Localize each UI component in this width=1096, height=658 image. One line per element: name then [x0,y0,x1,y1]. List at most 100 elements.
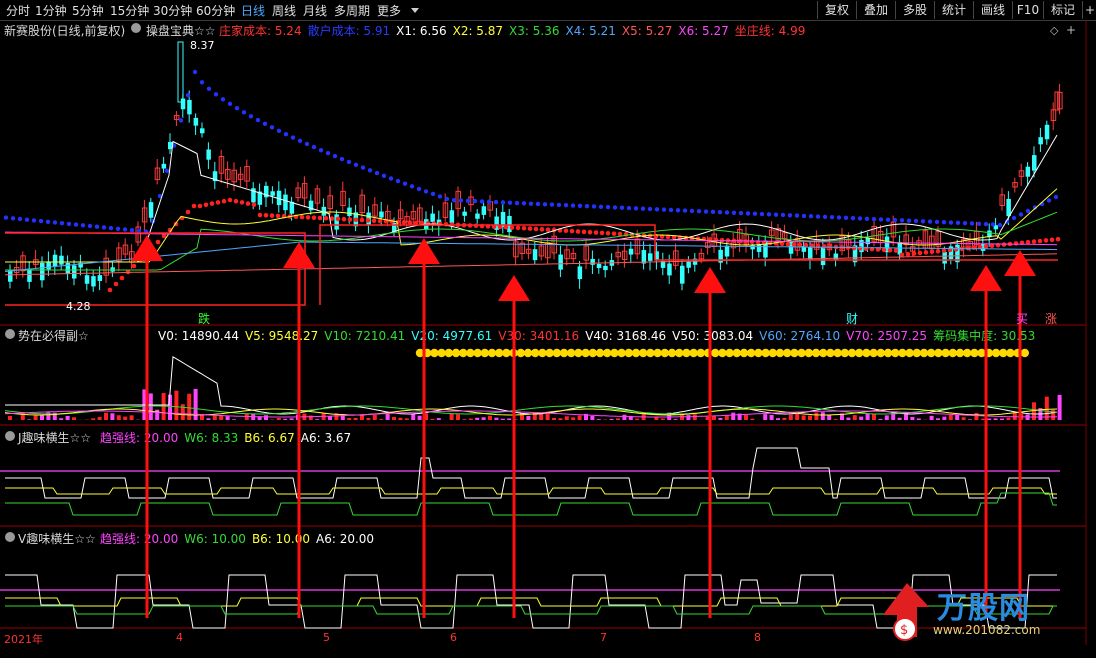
retail-cost-dot [437,194,443,199]
chip-concentration-dot [631,348,641,358]
retail-cost-dot [633,206,639,211]
retail-cost-dot [423,189,429,194]
main-cost-dot [599,230,605,236]
retail-cost-dot [598,204,604,209]
watermark-logo: $ 万股网 www.201082.com [875,577,1065,647]
retail-cost-dot [493,199,499,205]
retail-cost-dot [864,216,870,221]
candle-body [942,251,947,264]
chip-concentration-dot [804,348,813,358]
volume-bar [686,415,691,420]
volume-bar [8,415,12,420]
annotation-arrow-head [408,238,440,264]
volume-bar [660,418,665,420]
volume-bar [225,416,230,420]
main-cost-dot [611,231,617,236]
retail-cost-dot [339,156,345,162]
chip-concentration-dot [451,348,461,358]
main-cost-dot [407,220,413,225]
main-cost-dot [215,200,221,205]
volume-bar [590,415,595,420]
retail-cost-dot [24,217,30,222]
chip-concentration-dot [495,348,504,358]
chip-concentration-dot [739,348,749,358]
chip-concentration-dot [754,348,763,358]
main-cost-dot [917,250,923,256]
x-axis-month-8: 8 [754,631,761,644]
chip-concentration-dot [480,348,489,358]
retail-cost-dot [871,216,877,222]
chip-concentration-dot [811,348,821,358]
volume-bar [1006,417,1011,420]
retail-cost-dot [780,212,786,218]
volume-bar [993,418,998,420]
candle-body [193,117,199,126]
chip-concentration-dot [797,348,806,358]
volume-bar [961,417,966,420]
retail-cost-dot [696,209,702,214]
main-cost-dot [233,198,239,204]
candle-body [577,266,583,280]
main-cost-dot [1037,238,1043,244]
retail-cost-dot [773,212,779,217]
volume-bar [488,415,492,420]
main-cost-dot [593,230,599,235]
retail-cost-dot [507,200,513,205]
volume-bar [814,412,819,420]
retail-cost-dot [920,219,926,224]
chip-concentration-dot [775,348,785,358]
candle-body [808,247,813,260]
candle-body [52,254,58,267]
retail-cost-dot [472,198,478,204]
chip-concentration-dot [948,348,957,358]
volume-bar [788,414,793,420]
retail-cost-dot [52,220,58,225]
retail-cost-dot [619,205,625,210]
retail-cost-dot [262,121,268,126]
main-cost-dot [791,242,797,247]
chip-concentration-dot [502,348,511,358]
volume-bar [552,418,556,420]
retail-cost-dot [829,214,835,220]
candle-body [84,275,90,284]
retail-cost-dot [521,201,527,206]
retail-cost-dot [353,162,359,167]
main-cost-dot [983,244,989,249]
volume-bar [500,418,505,420]
chip-concentration-dot [653,348,662,358]
kline-chart-canvas[interactable]: ◇ + [0,0,1096,658]
retail-cost-dot [808,214,814,219]
volume-bar [980,418,985,420]
retail-cost-dot [668,207,674,213]
retail-cost-dot [640,206,646,211]
candle-body [430,213,435,222]
candle-body [161,163,167,169]
candle-body [686,261,691,268]
volume-bar [174,390,179,420]
retail-cost-dot [276,128,282,134]
candle-body [72,265,77,279]
chip-concentration-dot [574,348,583,358]
retail-cost-dot [325,150,331,156]
chip-concentration-dot [437,348,446,358]
volume-bar [283,418,288,420]
candle-body [865,237,871,245]
main-cost-dot [605,230,611,236]
retail-cost-dot [934,219,940,225]
volume-bar [987,418,992,420]
volume-bar [40,414,44,420]
x-axis-month-6: 6 [450,631,457,644]
volume-bar [564,416,569,420]
retail-cost-dot [899,218,905,223]
main-cost-dot [911,251,917,256]
retail-cost-dot [213,92,219,97]
chip-concentration-dot [516,348,525,358]
retail-cost-dot [199,80,205,85]
main-cost-dot [893,248,899,253]
main-cost-dot [935,248,941,254]
candle-body [283,194,288,211]
volume-bar [929,415,934,420]
main-cost-dot [251,202,257,208]
chip-concentration-dot [919,348,929,358]
chip-concentration-dot [552,348,561,358]
